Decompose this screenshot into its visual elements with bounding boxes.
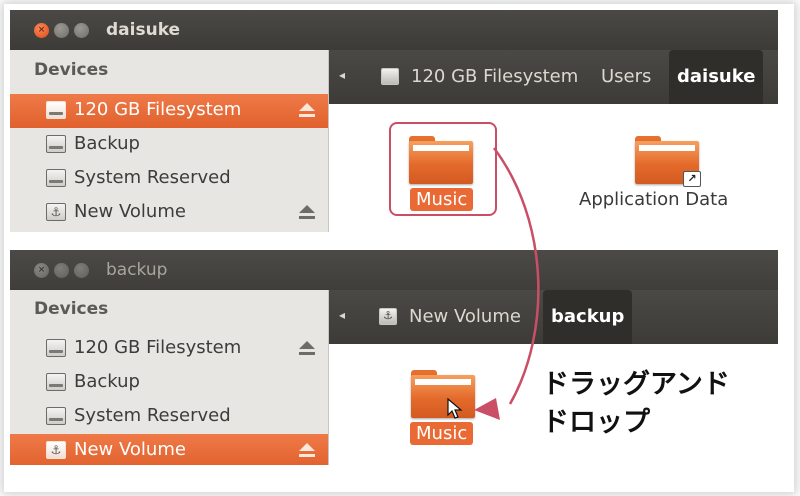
sidebar-item-system-reserved[interactable]: System Reserved xyxy=(10,162,328,196)
breadcrumb-backup[interactable]: backup xyxy=(543,290,633,344)
path-bar: ◂ 120 GB Filesystem Users daisuke xyxy=(329,50,778,104)
folder-music[interactable]: Music xyxy=(361,128,521,232)
drive-icon xyxy=(46,169,66,187)
sidebar-item-label: New Volume xyxy=(74,439,186,460)
window-title: daisuke xyxy=(106,20,181,40)
sidebar-item-label: 120 GB Filesystem xyxy=(74,337,242,358)
sidebar-item-label: Backup xyxy=(74,133,140,154)
file-manager-window-backup: × backup Devices 120 GB Filesystem Backu… xyxy=(10,250,778,465)
drive-icon xyxy=(381,68,399,85)
file-label: Application Data xyxy=(579,189,729,210)
drive-icon xyxy=(46,101,66,119)
drive-icon xyxy=(46,407,66,425)
back-arrow-icon[interactable]: ◂ xyxy=(339,308,345,322)
folder-icon xyxy=(409,136,473,184)
back-arrow-icon[interactable]: ◂ xyxy=(339,68,345,82)
sidebar: Devices 120 GB Filesystem Backup System … xyxy=(10,50,329,232)
close-button[interactable]: × xyxy=(34,23,49,38)
folder-icon xyxy=(411,370,475,418)
breadcrumb-new-volume[interactable]: New Volume xyxy=(409,290,521,344)
sidebar-item-label: Backup xyxy=(74,371,140,392)
sidebar-item-label: System Reserved xyxy=(74,405,231,426)
file-manager-window-daisuke: × daisuke Devices 120 GB Filesystem Back… xyxy=(10,10,778,232)
sidebar-item-backup[interactable]: Backup xyxy=(10,128,328,162)
sidebar-item-new-volume[interactable]: ⚓ New Volume xyxy=(10,196,328,230)
folder-music[interactable]: Music xyxy=(361,362,521,465)
folder-link-icon: ↗ xyxy=(635,136,701,187)
sidebar-item-label: New Volume xyxy=(74,201,186,222)
title-bar[interactable]: × daisuke xyxy=(10,10,778,50)
sidebar-item-label: System Reserved xyxy=(74,167,231,188)
minimize-button[interactable] xyxy=(54,263,69,278)
maximize-button[interactable] xyxy=(74,23,89,38)
eject-icon[interactable] xyxy=(298,103,316,119)
sidebar: Devices 120 GB Filesystem Backup System … xyxy=(10,290,329,465)
sidebar-item-backup[interactable]: Backup xyxy=(10,366,328,400)
sidebar-heading-devices: Devices xyxy=(34,60,109,80)
drive-icon xyxy=(46,135,66,153)
usb-drive-icon: ⚓ xyxy=(379,308,397,325)
annotation-line-2: ドロップ xyxy=(542,407,650,438)
minimize-button[interactable] xyxy=(54,23,69,38)
path-bar: ◂ ⚓ New Volume backup xyxy=(329,290,778,344)
file-label: Music xyxy=(410,188,474,211)
drive-icon xyxy=(46,339,66,357)
sidebar-item-120gb-filesystem[interactable]: 120 GB Filesystem xyxy=(10,94,328,128)
close-button[interactable]: × xyxy=(34,263,49,278)
sidebar-item-new-volume[interactable]: ⚓ New Volume xyxy=(10,434,328,465)
drive-icon xyxy=(46,373,66,391)
annotation-line-1: ドラッグアンド xyxy=(542,369,730,400)
symlink-arrow-icon: ↗ xyxy=(683,171,701,187)
usb-drive-icon: ⚓ xyxy=(46,203,66,221)
sidebar-heading-devices: Devices xyxy=(34,299,109,319)
file-label: Music xyxy=(410,422,474,445)
mouse-pointer-icon xyxy=(447,398,463,419)
usb-drive-icon: ⚓ xyxy=(46,441,66,459)
sidebar-item-label: 120 GB Filesystem xyxy=(74,99,242,120)
sidebar-item-system-reserved[interactable]: System Reserved xyxy=(10,400,328,434)
folder-application-data[interactable]: ↗ Application Data xyxy=(579,128,759,232)
title-bar[interactable]: × backup xyxy=(10,250,778,290)
file-view: Music ↗ Application Data xyxy=(329,104,778,232)
maximize-button[interactable] xyxy=(74,263,89,278)
breadcrumb-120gb-filesystem[interactable]: 120 GB Filesystem xyxy=(411,50,578,104)
eject-icon[interactable] xyxy=(298,443,316,459)
breadcrumb-daisuke[interactable]: daisuke xyxy=(669,50,764,104)
eject-icon[interactable] xyxy=(298,205,316,221)
sidebar-item-120gb-filesystem[interactable]: 120 GB Filesystem xyxy=(10,332,328,366)
breadcrumb-users[interactable]: Users xyxy=(601,50,651,104)
window-title: backup xyxy=(106,260,168,280)
eject-icon[interactable] xyxy=(298,341,316,357)
